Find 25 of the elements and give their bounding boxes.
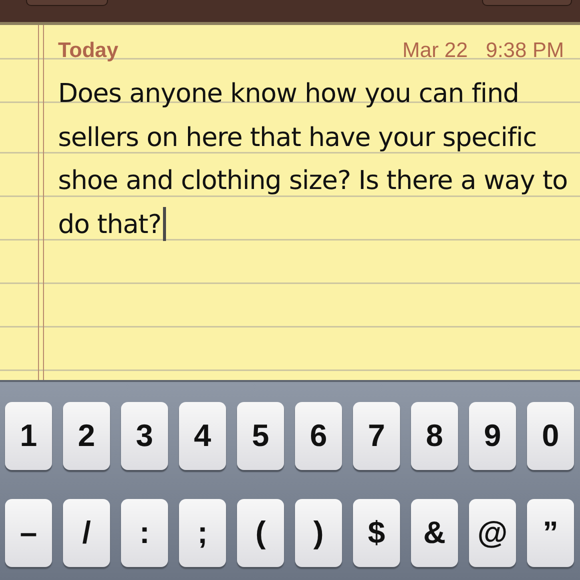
keyboard-key[interactable]: ) [295,499,342,567]
note-date: Mar 22 [402,39,468,63]
keyboard-key[interactable]: 9 [469,402,516,470]
keyboard-key[interactable]: @ [469,499,516,567]
note-time: 9:38 PM [486,39,564,63]
keyboard-key[interactable]: 5 [237,402,284,470]
text-cursor [163,206,166,240]
keyboard-key[interactable]: 4 [179,402,226,470]
keyboard-key[interactable]: 2 [63,402,110,470]
keyboard-key[interactable]: 6 [295,402,342,470]
keyboard-key[interactable]: – [5,499,52,567]
keyboard-key[interactable]: 1 [5,402,52,470]
keyboard-key[interactable]: ( [237,499,284,567]
keyboard-key[interactable]: / [63,499,110,567]
keyboard-key[interactable]: ” [527,499,574,567]
keyboard-key[interactable]: : [121,499,168,567]
note-text[interactable]: Does anyone know how you can find sellers on here that have your specific shoe and clothing size? Is there a way to do that? [58,73,570,247]
keyboard-key[interactable]: 0 [527,402,574,470]
keyboard-key[interactable]: 8 [411,402,458,470]
keyboard-key[interactable]: ; [179,499,226,567]
keyboard-key[interactable]: $ [353,499,400,567]
note-day: Today [58,39,402,63]
keyboard-key[interactable]: & [411,499,458,567]
keyboard-key[interactable]: 3 [121,402,168,470]
keyboard-key[interactable]: 7 [353,402,400,470]
